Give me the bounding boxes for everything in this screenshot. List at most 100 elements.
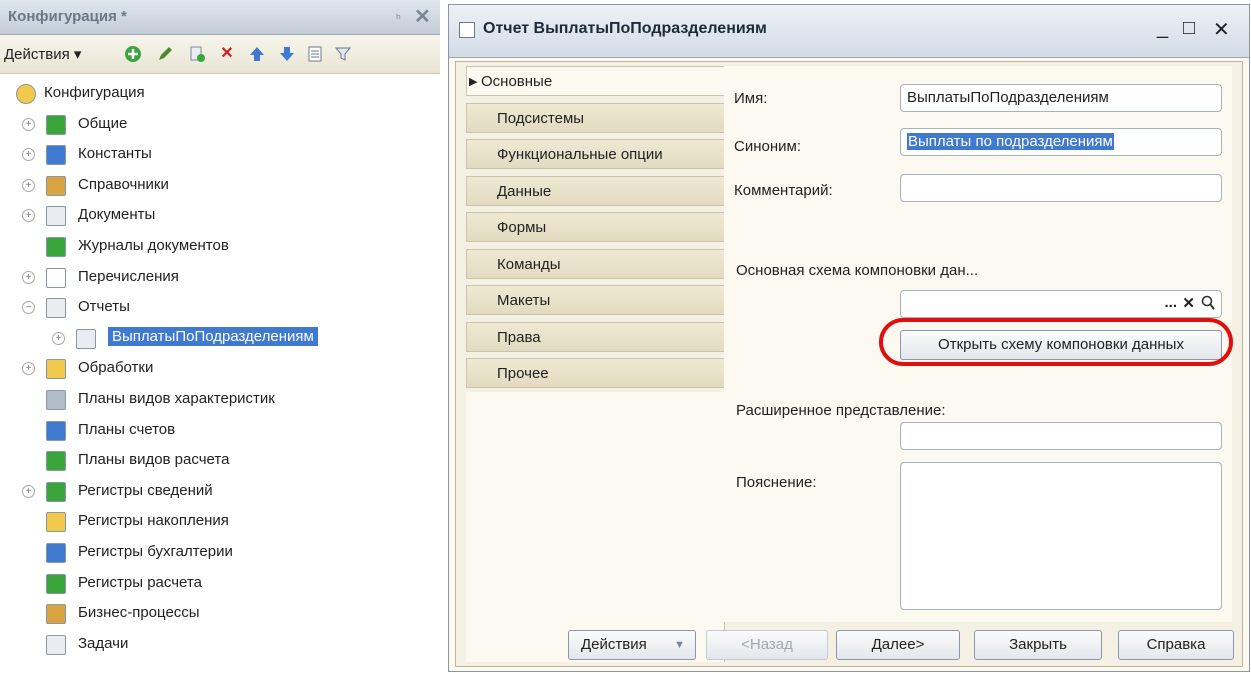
extended-field[interactable] [900, 422, 1222, 450]
enums-icon [46, 267, 66, 288]
collapse-icon[interactable]: − [22, 301, 35, 315]
acc-reg-icon [46, 543, 66, 563]
expand-icon[interactable]: + [22, 270, 35, 284]
tree-row[interactable]: Регистры расчета [0, 570, 440, 598]
tree-row[interactable]: Задачи [0, 631, 440, 659]
tree-row[interactable]: Планы счетов [0, 417, 440, 445]
extended-label: Расширенное представление: [736, 402, 946, 419]
tree-row[interactable]: + Общие [0, 111, 440, 139]
expand-icon[interactable]: + [22, 178, 35, 192]
info-reg-icon [46, 481, 66, 502]
schema-field[interactable]: ... ✕ [900, 290, 1222, 318]
search-icon[interactable] [1201, 295, 1215, 315]
report-icon [76, 328, 96, 349]
next-button[interactable]: Далее> [836, 630, 960, 660]
close-icon[interactable]: ✕ [414, 4, 431, 29]
report-icon [459, 22, 475, 38]
tree-row[interactable]: Конфигурация [0, 80, 440, 108]
tree-row[interactable]: Планы видов расчета [0, 447, 440, 475]
ellipsis-icon[interactable]: ... [1164, 294, 1177, 311]
tab-6[interactable]: Команды [466, 248, 726, 279]
tab-2[interactable]: Подсистемы [466, 102, 726, 133]
tab-label: Основные [481, 73, 553, 90]
tree-item-label: Задачи [78, 634, 129, 652]
tree-item-label: Журналы документов [78, 237, 229, 254]
close-icon[interactable]: ✕ [1213, 17, 1230, 42]
tab-3[interactable]: Функциональные опции [466, 139, 726, 169]
tree-row[interactable]: + Регистры сведений [0, 478, 440, 506]
actions-button[interactable]: Действия ▼ [568, 630, 696, 660]
help-button[interactable]: Справка [1118, 630, 1234, 660]
chevron-down-icon: ▼ [674, 639, 685, 651]
filter-icon[interactable] [334, 45, 352, 63]
report-window-title: Отчет ВыплатыПоПодразделениям [483, 20, 767, 37]
tree-item-label: Перечисления [78, 267, 179, 285]
expand-icon[interactable]: + [22, 148, 35, 162]
maximize-icon[interactable]: □ [1183, 17, 1195, 40]
tree-item-label: Планы счетов [78, 420, 176, 438]
tab-label: Данные [497, 182, 552, 200]
chart-char-icon [46, 390, 66, 410]
tree-row[interactable]: + Перечисления [0, 264, 440, 292]
tab-label: Макеты [497, 292, 551, 309]
tree-row[interactable]: − Отчеты [0, 294, 440, 322]
tab-7[interactable]: Макеты [466, 285, 726, 315]
properties-icon[interactable] [306, 45, 324, 63]
minimize-icon[interactable]: _ [1157, 17, 1168, 40]
actions-button-label: Действия [581, 636, 647, 653]
close-button[interactable]: Закрыть [974, 630, 1102, 660]
processing-icon [46, 359, 66, 380]
tree-row[interactable]: + Константы [0, 141, 440, 169]
clear-icon[interactable]: ✕ [1182, 294, 1195, 312]
tree-row[interactable]: + ВыплатыПоПодразделениям [0, 325, 440, 353]
tree-row[interactable]: + Справочники [0, 172, 440, 200]
delete-icon[interactable]: ✕ [218, 45, 236, 63]
tree-item-label: Справочники [78, 175, 169, 193]
common-icon [46, 114, 66, 135]
documents-icon [46, 206, 66, 227]
bp-icon [46, 604, 66, 625]
synonym-field[interactable]: Выплаты по подразделениям [900, 128, 1222, 156]
back-button[interactable]: <Назад [706, 630, 828, 660]
add-icon[interactable] [124, 45, 142, 63]
pin-icon[interactable]: ₕ [396, 8, 401, 22]
tab-9[interactable]: Прочее [466, 358, 726, 388]
tab-5[interactable]: Формы [466, 212, 726, 242]
tree-row[interactable]: Журналы документов [0, 233, 440, 261]
edit-icon[interactable] [156, 45, 174, 63]
copy-icon[interactable] [188, 45, 206, 63]
tree-row[interactable]: Регистры накопления [0, 508, 440, 536]
expand-icon[interactable]: + [22, 362, 35, 376]
name-field[interactable]: ВыплатыПоПодразделениям [900, 84, 1222, 112]
tab-4[interactable]: Данные [466, 175, 726, 206]
move-down-icon[interactable] [278, 45, 296, 63]
tab-8[interactable]: Права [466, 321, 726, 352]
tree-row[interactable]: + Документы [0, 202, 440, 230]
tree-item-label: Конфигурация [44, 84, 145, 101]
config-icon [16, 84, 36, 104]
actions-menu[interactable]: Действия ▾ [4, 45, 81, 63]
synonym-label: Синоним: [734, 138, 801, 155]
tab-label: Права [497, 328, 541, 346]
highlight-ring [879, 318, 1233, 366]
expand-icon[interactable]: + [22, 484, 35, 498]
explanation-field[interactable] [900, 462, 1222, 610]
comment-field[interactable] [900, 174, 1222, 202]
tab-label: Подсистемы [497, 109, 585, 127]
tab-1[interactable]: ▶ Основные [466, 66, 726, 96]
tree-row[interactable]: + Обработки [0, 355, 440, 383]
tree-item-label: Документы [78, 206, 156, 224]
tree-item-label: Константы [78, 145, 152, 163]
accum-reg-icon [46, 512, 66, 533]
reports-icon [46, 298, 66, 319]
tree-row[interactable]: Бизнес-процессы [0, 600, 440, 628]
tab-label: Формы [497, 219, 547, 236]
expand-icon[interactable]: + [22, 117, 35, 131]
tree-row[interactable]: Планы видов характеристик [0, 386, 440, 414]
tab-label: Функциональные опции [497, 146, 663, 163]
calc-reg-icon [46, 573, 66, 594]
expand-icon[interactable]: + [22, 209, 35, 223]
tree-row[interactable]: Регистры бухгалтерии [0, 539, 440, 567]
expand-icon[interactable]: + [52, 331, 65, 345]
move-up-icon[interactable] [248, 45, 266, 63]
